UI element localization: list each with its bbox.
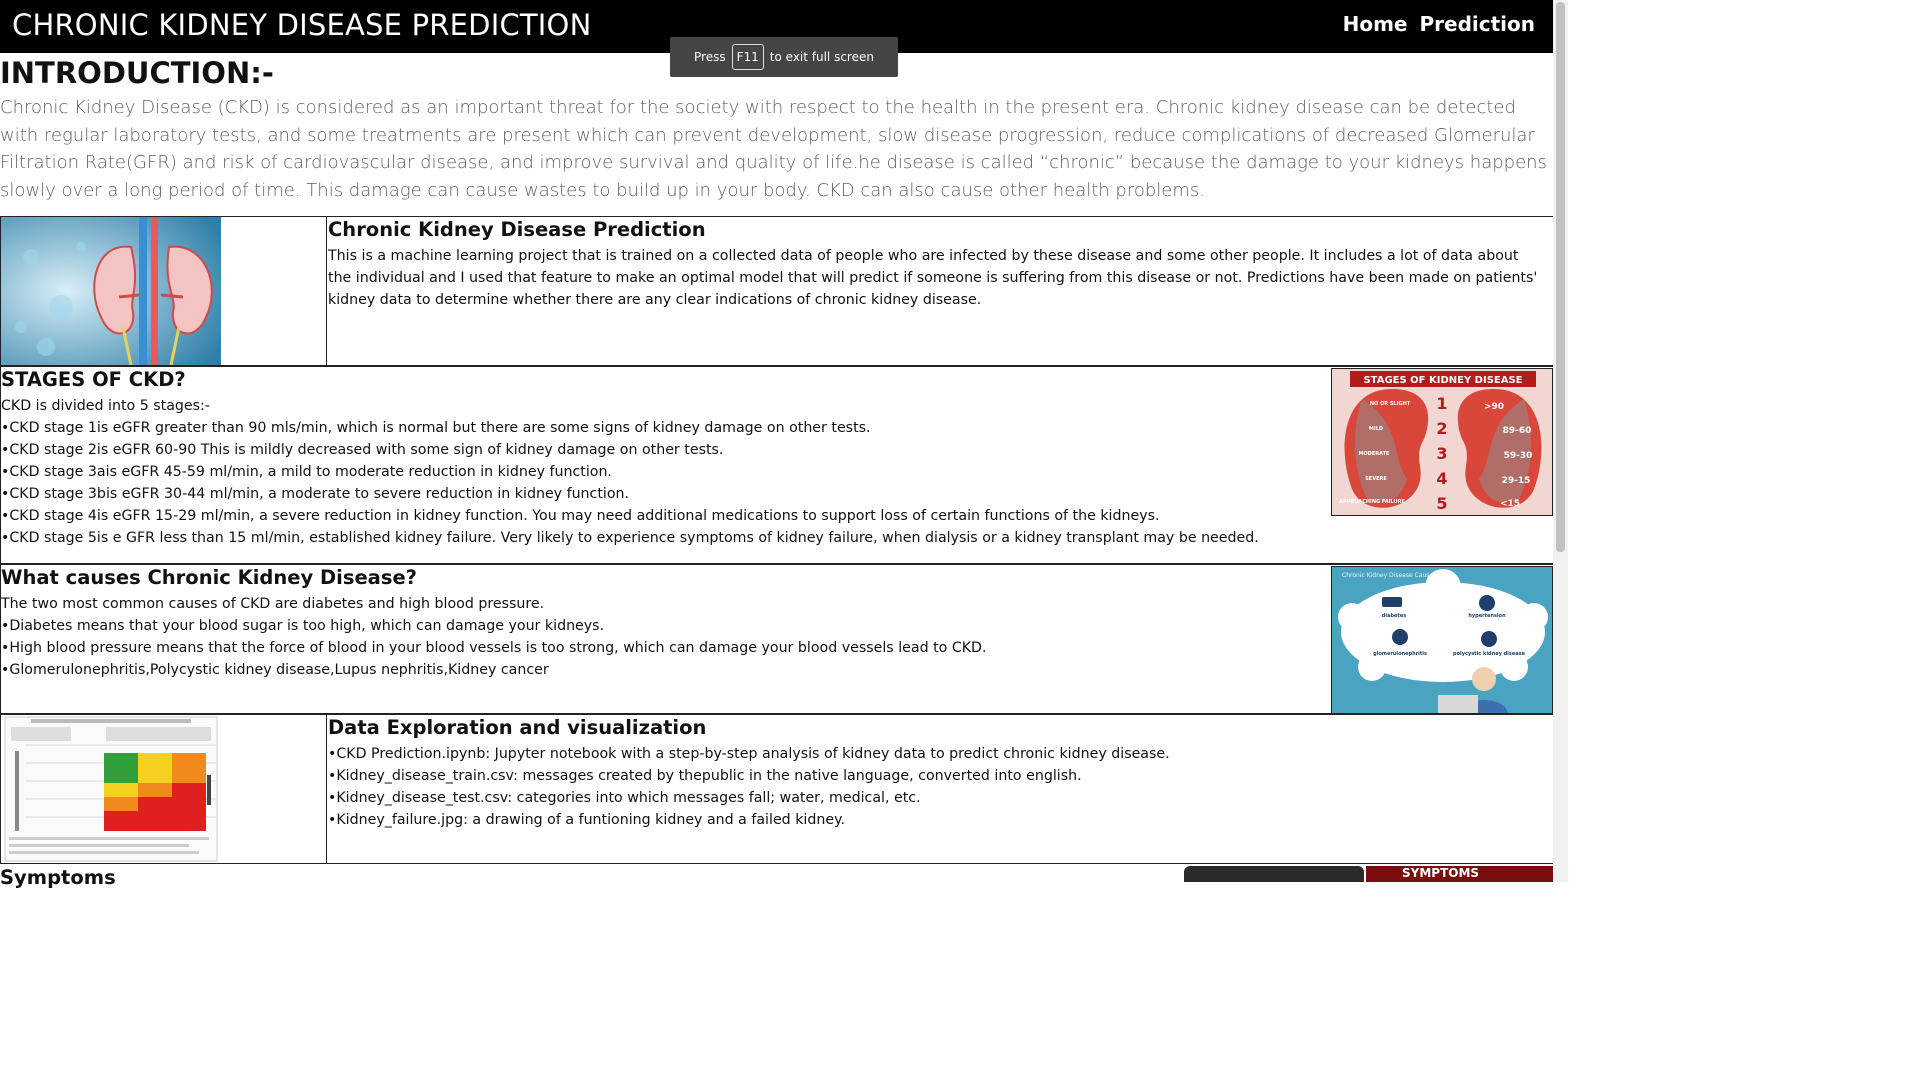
- prediction-section: Chronic Kidney Disease Prediction This i…: [0, 216, 1554, 366]
- data-file-item: •Kidney_disease_test.csv: categories int…: [328, 790, 921, 806]
- data-file-item: •CKD Prediction.ipynb: Jupyter notebook …: [328, 746, 1170, 762]
- causes-image-title: Chronic Kidney Disease Causes: [1342, 572, 1436, 579]
- gfr-value: 29-15: [1502, 476, 1531, 486]
- cause-label: hypertension: [1468, 613, 1506, 619]
- stages-text: STAGES OF CKD? CKD is divided into 5 sta…: [1, 368, 1321, 549]
- data-exploration-section: Data Exploration and visualization •CKD …: [0, 714, 1554, 864]
- stage-number: 5: [1436, 494, 1447, 513]
- causes-image: Chronic Kidney Disease Causes diabetes h…: [1331, 566, 1553, 714]
- nav-links: Home Prediction: [1343, 12, 1535, 36]
- cause-label: polycystic kidney disease: [1453, 651, 1526, 657]
- stages-image: STAGES OF KIDNEY DISEASE NO OR SLIGHT MI…: [1331, 368, 1553, 516]
- fullscreen-notice-prefix: Press: [694, 50, 726, 64]
- stages-title: STAGES OF CKD?: [1, 368, 186, 391]
- stages-line: •CKD stage 3ais eGFR 45-59 ml/min, a mil…: [1, 464, 612, 480]
- stages-line: CKD is divided into 5 stages:-: [1, 398, 210, 414]
- kidney-image: [1, 217, 327, 365]
- f11-key: F11: [731, 44, 764, 70]
- causes-line: The two most common causes of CKD are di…: [1, 596, 545, 612]
- gfr-value: 59-30: [1504, 451, 1533, 461]
- site-title: CHRONIC KIDNEY DISEASE PREDICTION: [12, 8, 592, 42]
- stage-label: NO OR SLIGHT: [1370, 401, 1411, 407]
- stage-number: 1: [1436, 394, 1447, 413]
- causes-line: •Glomerulonephritis,Polycystic kidney di…: [1, 662, 549, 678]
- stages-line: •CKD stage 4is eGFR 15-29 ml/min, a seve…: [1, 508, 1160, 524]
- symptoms-image: SYMPTOMS: [1366, 866, 1554, 882]
- stages-line: •CKD stage 5is e GFR less than 15 ml/min…: [1, 530, 1259, 546]
- ckd-classification-chart-image: [1, 715, 327, 863]
- fullscreen-notice-suffix: to exit full screen: [769, 50, 874, 64]
- data-exploration-text: Data Exploration and visualization •CKD …: [328, 716, 1543, 831]
- page-scrollbar[interactable]: [1553, 0, 1568, 882]
- data-file-item: •Kidney_disease_train.csv: messages crea…: [328, 768, 1082, 784]
- causes-line: •High blood pressure means that the forc…: [1, 640, 987, 656]
- stage-number: 3: [1436, 444, 1447, 463]
- stage-number: 2: [1436, 419, 1447, 438]
- nav-prediction-link[interactable]: Prediction: [1419, 12, 1535, 36]
- stages-image-title: STAGES OF KIDNEY DISEASE: [1363, 375, 1522, 386]
- cause-label: glomerulonephritis: [1373, 651, 1427, 657]
- scrollbar-thumb[interactable]: [1556, 2, 1565, 552]
- gfr-value: <15: [1500, 499, 1520, 509]
- symptoms-title: Symptoms: [0, 866, 116, 889]
- stage-number: 4: [1436, 469, 1447, 488]
- gfr-value: >90: [1484, 402, 1504, 412]
- gfr-value: 89-60: [1503, 426, 1532, 436]
- prediction-title: Chronic Kidney Disease Prediction: [328, 218, 706, 241]
- stages-line: •CKD stage 1is eGFR greater than 90 mls/…: [1, 420, 871, 436]
- stages-line: •CKD stage 3bis eGFR 30-44 ml/min, a mod…: [1, 486, 630, 502]
- data-file-item: •Kidney_failure.jpg: a drawing of a funt…: [328, 812, 845, 828]
- stages-line: •CKD stage 2is eGFR 60-90 This is mildly…: [1, 442, 724, 458]
- stage-label: MODERATE: [1359, 451, 1391, 457]
- intro-text: Chronic Kidney Disease (CKD) is consider…: [0, 97, 1547, 201]
- prediction-text: Chronic Kidney Disease Prediction This i…: [328, 218, 1543, 311]
- causes-title: What causes Chronic Kidney Disease?: [1, 566, 417, 589]
- stage-label: APPROACHING FAILURE: [1339, 499, 1405, 505]
- symptoms-image-text: SYMPTOMS: [1402, 866, 1480, 880]
- stages-section: STAGES OF CKD? CKD is divided into 5 sta…: [0, 366, 1554, 564]
- download-bar-overlay: [1184, 866, 1364, 882]
- fullscreen-notice: Press F11 to exit full screen: [670, 37, 898, 77]
- data-exploration-title: Data Exploration and visualization: [328, 716, 707, 739]
- cause-label: diabetes: [1382, 613, 1406, 619]
- intro-heading: INTRODUCTION:-: [0, 56, 274, 90]
- prediction-description: This is a machine learning project that …: [328, 248, 1538, 308]
- nav-home-link[interactable]: Home: [1343, 12, 1408, 36]
- causes-line: •Diabetes means that your blood sugar is…: [1, 618, 605, 634]
- causes-text: What causes Chronic Kidney Disease? The …: [1, 566, 1321, 681]
- stage-label: MILD: [1369, 426, 1383, 432]
- stage-label: SEVERE: [1365, 476, 1387, 482]
- causes-section: What causes Chronic Kidney Disease? The …: [0, 564, 1554, 714]
